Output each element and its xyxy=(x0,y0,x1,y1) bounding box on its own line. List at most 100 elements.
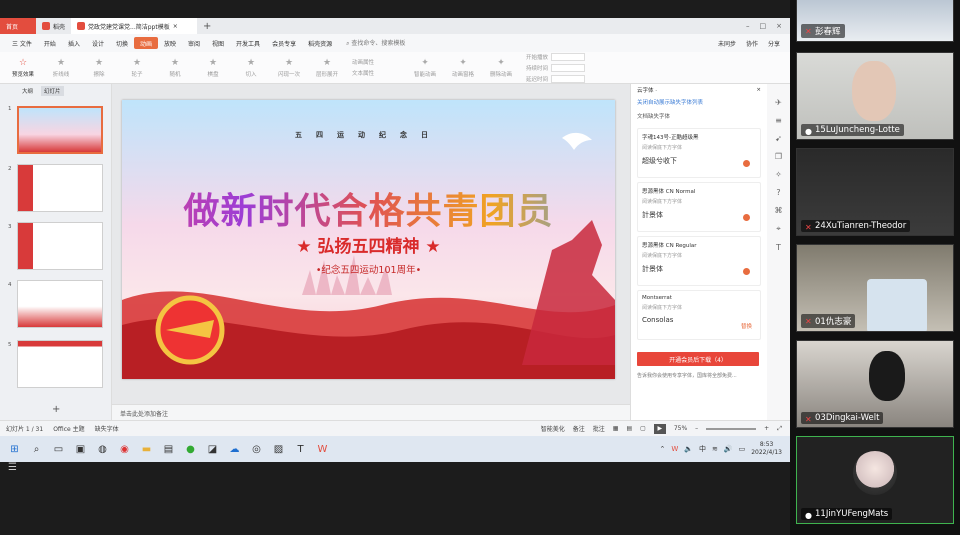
menu-file[interactable]: 三 文件 xyxy=(6,37,38,49)
ribbon-button[interactable]: ★ 切入 xyxy=(232,54,270,82)
close-auto-show-link[interactable]: 关闭自动展示缺失字体列表 xyxy=(631,96,767,108)
font-card[interactable]: 字魂143号-正酷超级黑 阅读保底下方字体 超级兮收下 xyxy=(637,128,761,178)
windows-start-icon[interactable]: ⊞ xyxy=(8,443,21,456)
start-box[interactable] xyxy=(551,52,586,61)
tab-document[interactable]: 党政党建党课党...简洁ppt模板 × xyxy=(71,18,198,34)
tab-slides[interactable]: 幻灯片 xyxy=(41,86,64,96)
cursor-icon[interactable]: ➹ xyxy=(775,134,782,143)
cloud-icon[interactable]: ☁ xyxy=(228,443,241,456)
add-slide-button[interactable]: + xyxy=(52,404,60,415)
notes-area[interactable]: 单击此处添加备注 xyxy=(112,404,630,420)
video-tile[interactable]: ✕ 彭春辉 xyxy=(796,0,954,42)
collab-button[interactable]: 协作 xyxy=(746,39,758,48)
text-icon[interactable]: T xyxy=(776,243,781,252)
zoom-slider[interactable] xyxy=(706,427,757,430)
clock[interactable]: 8:53 2022/4/13 xyxy=(751,441,782,457)
wps-tray-icon[interactable]: W xyxy=(671,445,678,453)
share-button[interactable]: 分享 xyxy=(768,39,780,48)
layers-icon[interactable]: ❐ xyxy=(775,152,782,161)
explorer-icon[interactable]: ▬ xyxy=(140,443,153,456)
animation-properties[interactable]: 动画属性 xyxy=(352,58,400,66)
minimize-icon[interactable]: – xyxy=(746,22,750,30)
sorter-view-icon[interactable]: ▤ xyxy=(626,425,632,432)
beautify-button[interactable]: 智能美化 xyxy=(541,424,565,433)
ribbon-button[interactable]: ★ 棋盘 xyxy=(194,54,232,82)
start-field[interactable]: 开始播放 xyxy=(526,52,646,61)
current-slide[interactable]: 五四运动纪念日 做新时代合格共青团员 ★ 弘扬五四精神 ★ •纪念五四运动101… xyxy=(122,100,615,379)
video-tile[interactable]: ✕ 03Dingkai-Welt xyxy=(796,340,954,428)
wps-icon[interactable]: W xyxy=(316,443,329,456)
chevron-up-icon[interactable]: ⌃ xyxy=(660,445,666,453)
slide-thumbnail[interactable] xyxy=(17,164,103,212)
ribbon-button[interactable]: ★ 擦除 xyxy=(80,54,118,82)
panel-close-icon[interactable]: × xyxy=(756,87,761,93)
menu-item[interactable]: 放映 xyxy=(158,37,182,49)
font-download-icon[interactable] xyxy=(743,214,750,221)
slide-thumbnail[interactable] xyxy=(17,222,103,270)
store-icon[interactable]: ▤ xyxy=(162,443,175,456)
delay-box[interactable] xyxy=(551,74,586,83)
font-card[interactable]: 思源黑体 CN Regular 阅读保底下方字体 計景体 xyxy=(637,236,761,286)
fit-icon[interactable]: ⤢ xyxy=(777,425,782,433)
battery-icon[interactable]: ▭ xyxy=(739,445,746,453)
close-window-icon[interactable]: × xyxy=(776,22,782,30)
slide-thumbnail[interactable] xyxy=(17,106,103,154)
menu-item[interactable]: 动画 xyxy=(133,37,158,49)
replace-font-button[interactable]: 替换 xyxy=(741,322,752,330)
font-download-icon[interactable] xyxy=(743,268,750,275)
widgets-icon[interactable]: ▣ xyxy=(74,443,87,456)
slide-thumbnail[interactable] xyxy=(17,280,103,328)
menu-item[interactable]: 会员专享 xyxy=(266,37,302,49)
menu-item[interactable]: 开发工具 xyxy=(230,37,266,49)
ribbon-button[interactable]: ★ 闪现一次 xyxy=(270,54,308,82)
ribbon-button[interactable]: ★ 折线线 xyxy=(42,54,80,82)
location-icon[interactable]: ⌖ xyxy=(776,224,781,234)
search-icon[interactable]: ⌕ xyxy=(30,443,43,456)
menu-item[interactable]: 切换 xyxy=(110,37,134,49)
ribbon-button[interactable]: ✦ 删除动画 xyxy=(482,54,520,82)
volume-icon[interactable]: 🔊 xyxy=(724,445,733,453)
wechat-icon[interactable]: ● xyxy=(184,443,197,456)
comments-toggle[interactable]: 批注 xyxy=(593,424,605,433)
maximize-icon[interactable]: □ xyxy=(760,22,767,30)
star-outline-icon[interactable]: ✧ xyxy=(775,170,782,179)
menu-item[interactable]: 稻壳资源 xyxy=(302,37,338,49)
app-icon[interactable]: ◪ xyxy=(206,443,219,456)
tab-close-icon[interactable]: × xyxy=(173,23,178,30)
menu-item[interactable]: 视图 xyxy=(206,37,230,49)
video-tile[interactable]: ● 15LuJuncheng-Lotte xyxy=(796,52,954,140)
chat-icon[interactable]: ◍ xyxy=(96,443,109,456)
ribbon-button[interactable]: ★ 层形展开 xyxy=(308,54,346,82)
ribbon-button[interactable]: ✦ 智能动画 xyxy=(406,54,444,82)
sliders-icon[interactable]: ≡ xyxy=(775,116,782,125)
preview-effect-button[interactable]: ☆ 预览效果 xyxy=(4,54,42,82)
new-tab-button[interactable]: + xyxy=(197,18,217,34)
notes-toggle[interactable]: 备注 xyxy=(573,424,585,433)
tab-outline[interactable]: 大纲 xyxy=(22,87,33,95)
speaker-icon[interactable]: 🔈 xyxy=(684,445,693,453)
list-view-icon[interactable]: ☰ xyxy=(8,462,22,476)
video-tile[interactable]: ✕ 01仇志豪 xyxy=(796,244,954,332)
video-tile[interactable]: ● 11JinYUFengMats xyxy=(796,436,954,524)
duration-field[interactable]: 持续时间 xyxy=(526,63,646,72)
command-search[interactable]: ⌕ 查找命令、搜索模板 xyxy=(346,38,405,48)
zoom-out-icon[interactable]: – xyxy=(695,425,698,432)
video-tile[interactable]: ✕ 24XuTianren-Theodor xyxy=(796,148,954,236)
ribbon-button[interactable]: ★ 随机 xyxy=(156,54,194,82)
download-fonts-button[interactable]: 开通会员后下载（4） xyxy=(637,352,759,366)
play-slideshow-icon[interactable]: ▶ xyxy=(653,423,666,434)
tab-daoke[interactable]: 稻壳 xyxy=(36,18,71,34)
font-download-icon[interactable] xyxy=(743,160,750,167)
reading-view-icon[interactable]: ▢ xyxy=(640,425,646,432)
pin-icon[interactable]: ✈ xyxy=(775,98,782,107)
help-icon[interactable]: ? xyxy=(776,188,780,197)
font-card[interactable]: 思源黑体 CN Normal 阅读保底下方字体 計景体 xyxy=(637,182,761,232)
voov-icon[interactable]: ◎ xyxy=(250,443,263,456)
text-properties[interactable]: 文本属性 xyxy=(352,69,400,77)
chrome-icon[interactable]: ◉ xyxy=(118,443,131,456)
ribbon-button[interactable]: ✦ 动画窗格 xyxy=(444,54,482,82)
delay-field[interactable]: 延迟时间 xyxy=(526,74,646,83)
wifi-icon[interactable]: ≋ xyxy=(712,445,718,453)
normal-view-icon[interactable]: ▦ xyxy=(613,425,619,432)
duration-box[interactable] xyxy=(551,63,586,72)
